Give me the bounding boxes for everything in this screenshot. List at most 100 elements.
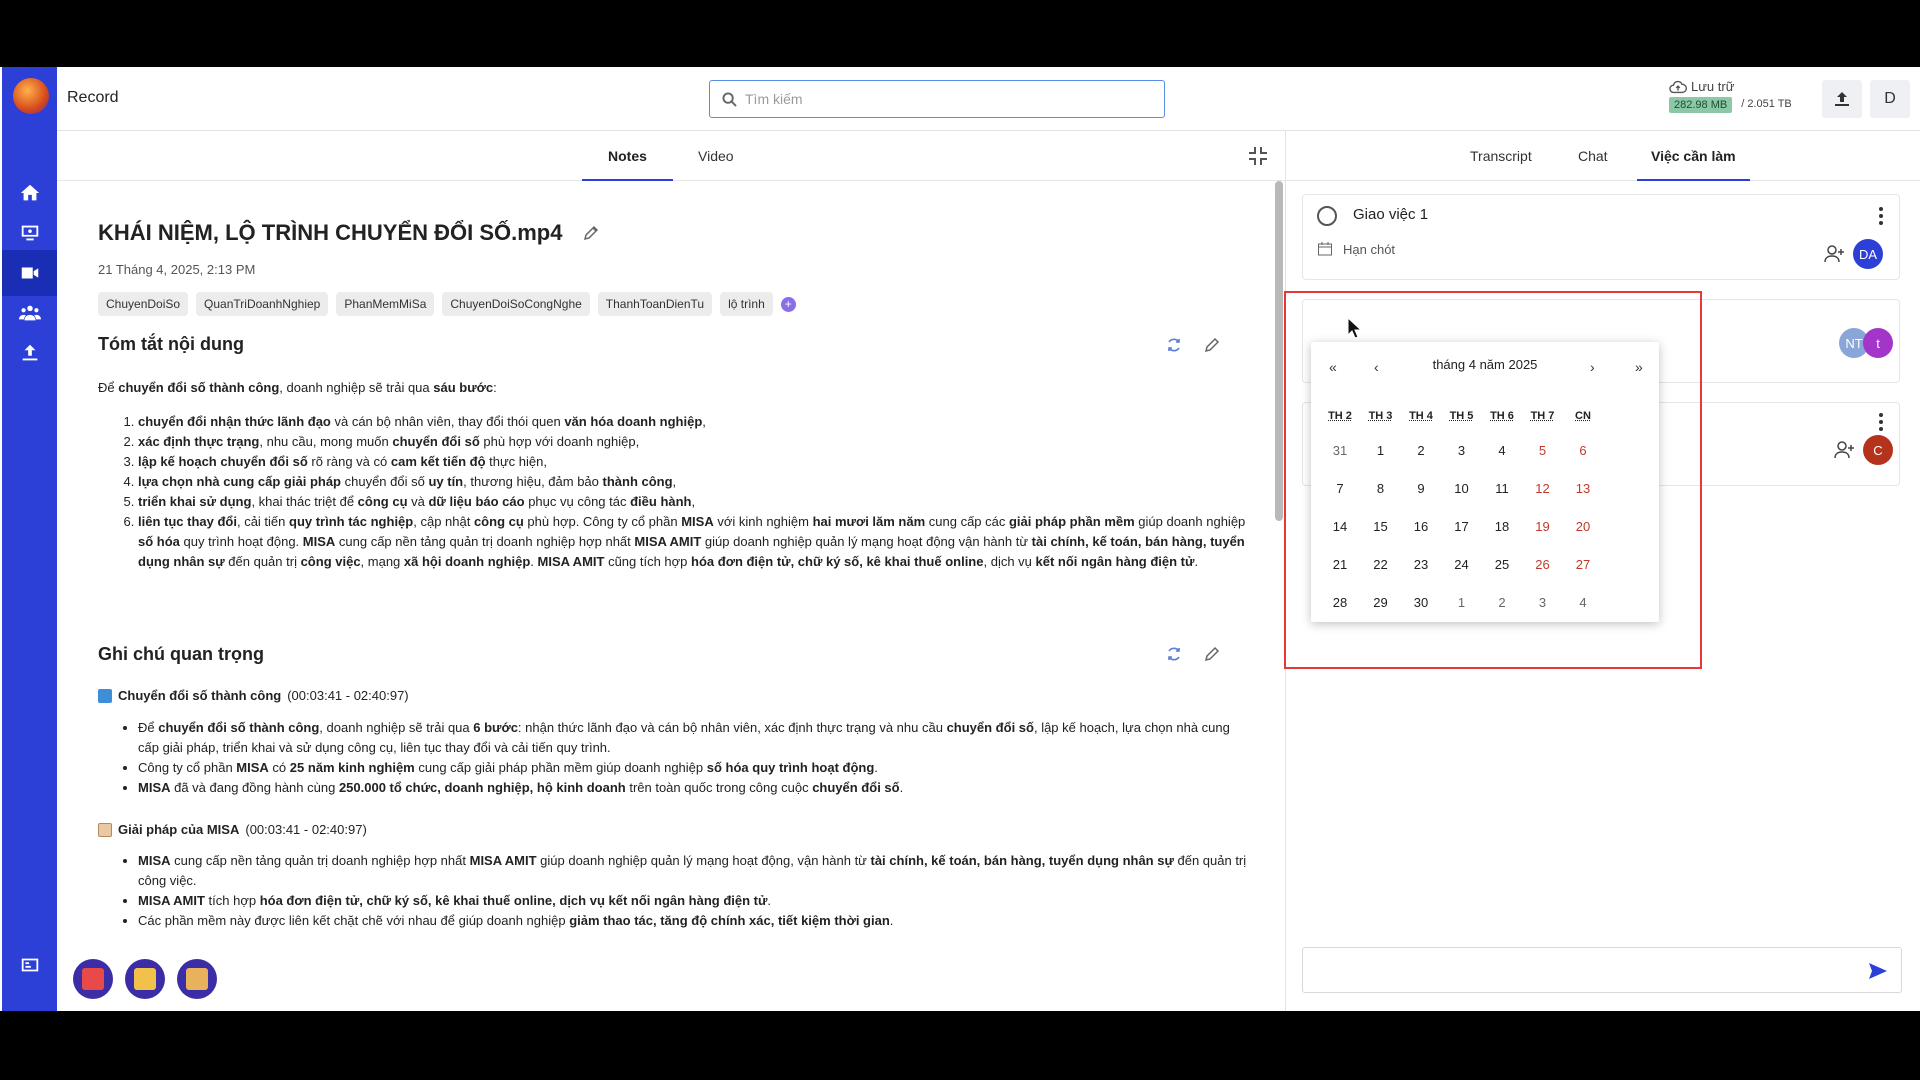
- calendar-day[interactable]: 22: [1361, 557, 1401, 572]
- share-button[interactable]: [177, 959, 217, 999]
- calendar-day[interactable]: 28: [1320, 595, 1360, 610]
- calendar-day[interactable]: 19: [1523, 519, 1563, 534]
- upload-icon[interactable]: [2, 330, 57, 376]
- edit-title-icon[interactable]: [583, 225, 599, 241]
- app-logo[interactable]: [13, 78, 49, 114]
- text-run: và: [407, 494, 429, 509]
- calendar-day[interactable]: 20: [1563, 519, 1603, 534]
- calendar-day[interactable]: 9: [1401, 481, 1441, 496]
- calendar-day[interactable]: 12: [1523, 481, 1563, 496]
- text-run: đến quản trị: [224, 554, 301, 569]
- add-assignee-icon[interactable]: [1823, 245, 1845, 263]
- tab-notes[interactable]: Notes: [582, 148, 673, 181]
- regenerate-icon[interactable]: [1166, 646, 1182, 662]
- task-input[interactable]: [1302, 947, 1902, 993]
- text-run: ,: [672, 474, 677, 489]
- clipboard-icon: [98, 822, 112, 837]
- calendar-day[interactable]: 8: [1361, 481, 1401, 496]
- text-run: thực hiện,: [485, 454, 547, 469]
- calendar-day[interactable]: 7: [1320, 481, 1360, 496]
- tab-transcript[interactable]: Transcript: [1470, 148, 1532, 164]
- calendar-day[interactable]: 23: [1401, 557, 1441, 572]
- calendar-day[interactable]: 18: [1482, 519, 1522, 534]
- tag-chip[interactable]: ChuyenDoiSo: [98, 292, 189, 316]
- calendar-day[interactable]: 14: [1320, 519, 1360, 534]
- avatar[interactable]: C: [1863, 435, 1893, 465]
- calendar-day[interactable]: 2: [1482, 595, 1522, 610]
- next-year-button[interactable]: »: [1635, 359, 1643, 375]
- note-bullet: Các phần mềm này được liên kết chặt chẽ …: [138, 911, 1248, 931]
- calendar-day[interactable]: 4: [1482, 443, 1522, 458]
- add-tag-button[interactable]: +: [780, 296, 796, 312]
- user-avatar-button[interactable]: D: [1870, 80, 1910, 118]
- search-input[interactable]: [745, 91, 1145, 107]
- calendar-day[interactable]: 17: [1442, 519, 1482, 534]
- task-card[interactable]: Giao việc 1 Hạn chót DA: [1302, 194, 1900, 280]
- calendar-day[interactable]: 26: [1523, 557, 1563, 572]
- tab-tasks[interactable]: Việc cần làm: [1637, 148, 1750, 181]
- calendar-day[interactable]: 29: [1361, 595, 1401, 610]
- avatar[interactable]: t: [1863, 328, 1893, 358]
- calendar-day[interactable]: 30: [1401, 595, 1441, 610]
- calendar-day[interactable]: 3: [1442, 443, 1482, 458]
- calendar-day[interactable]: 16: [1401, 519, 1441, 534]
- tab-video[interactable]: Video: [698, 148, 734, 164]
- calendar-day[interactable]: 15: [1361, 519, 1401, 534]
- task-complete-toggle[interactable]: [1317, 206, 1337, 226]
- send-email-button[interactable]: [125, 959, 165, 999]
- text-run: giúp doanh nghiệp: [1134, 514, 1246, 529]
- calendar-day[interactable]: 10: [1442, 481, 1482, 496]
- tab-chat[interactable]: Chat: [1578, 148, 1608, 164]
- calendar-day[interactable]: 13: [1563, 481, 1603, 496]
- note-bullet: MISA AMIT tích hợp hóa đơn điện tử, chữ …: [138, 891, 1248, 911]
- calendar-day[interactable]: 1: [1361, 443, 1401, 458]
- notes-scrollbar[interactable]: [1275, 181, 1283, 521]
- next-month-button[interactable]: ›: [1590, 359, 1595, 375]
- calendar-day[interactable]: 4: [1563, 595, 1603, 610]
- task-title[interactable]: Giao việc 1: [1353, 206, 1428, 223]
- text-run: với kinh nghiệm: [713, 514, 813, 529]
- edit-summary-icon[interactable]: [1204, 337, 1220, 353]
- calendar-day[interactable]: 3: [1523, 595, 1563, 610]
- calendar-day[interactable]: 27: [1563, 557, 1603, 572]
- chart-icon: [98, 688, 112, 703]
- date-picker: « ‹ tháng 4 năm 2025 › » TH 2 TH 3 TH 4 TH …: [1311, 342, 1659, 622]
- calendar-day[interactable]: 11: [1482, 481, 1522, 496]
- collapse-fullscreen-icon[interactable]: [1247, 145, 1269, 167]
- text-run: MISA AMIT: [634, 534, 702, 549]
- calendar-day[interactable]: 2: [1401, 443, 1441, 458]
- text-run: số hóa: [138, 534, 180, 549]
- avatar[interactable]: DA: [1853, 239, 1883, 269]
- text-run: MISA AMIT: [138, 893, 205, 908]
- tag-chip[interactable]: ChuyenDoiSoCongNghe: [442, 292, 590, 316]
- search-box[interactable]: [709, 80, 1165, 118]
- calendar-day[interactable]: 6: [1563, 443, 1603, 458]
- calendar-day[interactable]: 1: [1442, 595, 1482, 610]
- calendar-day[interactable]: 25: [1482, 557, 1522, 572]
- text-run: MISA: [236, 760, 269, 775]
- task-deadline[interactable]: Hạn chót: [1317, 241, 1395, 257]
- regenerate-icon[interactable]: [1166, 337, 1182, 353]
- send-icon[interactable]: [1867, 960, 1889, 982]
- export-pdf-button[interactable]: [73, 959, 113, 999]
- calendar-day[interactable]: 21: [1320, 557, 1360, 572]
- export-button[interactable]: [1822, 80, 1862, 118]
- task-menu-icon[interactable]: [1879, 207, 1883, 228]
- summary-step: triển khai sử dụng, khai thác triệt để c…: [138, 492, 1248, 512]
- billing-icon[interactable]: [2, 942, 57, 988]
- tag-chip[interactable]: QuanTriDoanhNghiep: [196, 292, 329, 316]
- edit-notes-icon[interactable]: [1204, 646, 1220, 662]
- note-title: Giải pháp của MISA: [118, 822, 240, 837]
- text-run: .: [767, 893, 772, 908]
- tag-chip[interactable]: PhanMemMiSa: [336, 292, 435, 316]
- calendar-day[interactable]: 31: [1320, 443, 1360, 458]
- add-assignee-icon[interactable]: [1833, 441, 1855, 459]
- app-screen: Record Lưu trữ 282.98 MB / 2.051 TB D No…: [0, 67, 1920, 1011]
- tag-chip[interactable]: lộ trình: [720, 292, 773, 316]
- month-label[interactable]: tháng 4 năm 2025: [1311, 357, 1659, 372]
- calendar-day[interactable]: 24: [1442, 557, 1482, 572]
- tag-chip[interactable]: ThanhToanDienTu: [597, 292, 713, 316]
- task-menu-icon[interactable]: [1879, 413, 1883, 434]
- calendar-day[interactable]: 5: [1523, 443, 1563, 458]
- text-run: thành công: [602, 474, 673, 489]
